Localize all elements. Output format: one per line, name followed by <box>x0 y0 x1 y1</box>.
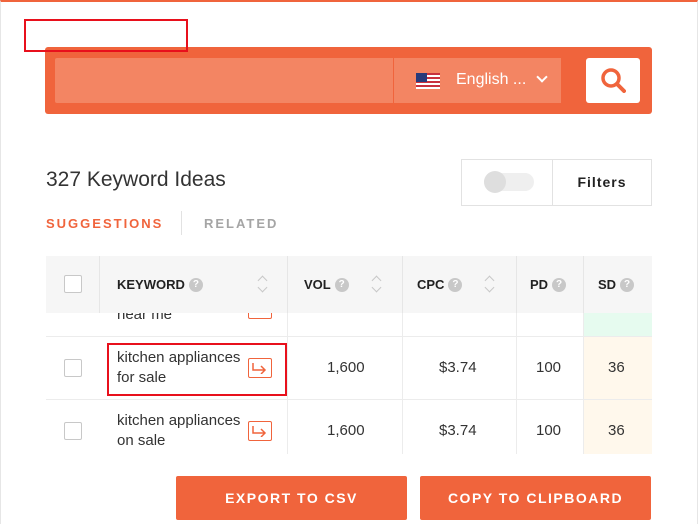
column-divider <box>402 256 403 313</box>
column-divider <box>583 400 584 454</box>
tab-divider <box>181 211 182 235</box>
language-label: English ... <box>456 71 527 88</box>
help-icon[interactable]: ? <box>188 278 203 292</box>
chevron-down-icon <box>536 71 548 83</box>
column-divider <box>516 400 517 454</box>
arrow-right-icon <box>252 426 267 437</box>
column-divider <box>402 313 403 336</box>
cpc-value: $3.74 <box>439 422 477 439</box>
highlight-outline <box>107 343 287 396</box>
help-icon[interactable]: ? <box>552 278 567 292</box>
keyword-label-line1[interactable]: kitchen appliances <box>117 411 240 431</box>
column-divider <box>516 313 517 336</box>
us-flag-icon <box>416 73 440 89</box>
tab-related[interactable]: RELATED <box>204 216 278 231</box>
sd-value: 36 <box>608 359 625 376</box>
column-divider <box>583 313 584 336</box>
column-header-cpc[interactable]: CPC? <box>417 256 463 313</box>
column-divider <box>287 256 288 313</box>
column-divider <box>583 337 584 399</box>
tab-suggestions[interactable]: SUGGESTIONS <box>46 216 163 231</box>
table-row: kitchen appliances on sale 1,600 $3.74 1… <box>46 400 652 454</box>
sort-icon[interactable] <box>257 274 267 294</box>
column-divider <box>583 256 584 313</box>
sd-cell-bg <box>583 313 652 336</box>
sort-icon[interactable] <box>484 274 494 294</box>
column-divider <box>516 337 517 399</box>
search-button[interactable] <box>586 58 640 103</box>
column-divider <box>516 256 517 313</box>
language-select[interactable]: English ... <box>393 58 561 103</box>
column-header-keyword[interactable]: KEYWORD? <box>117 256 203 313</box>
column-header-vol[interactable]: VOL? <box>304 256 349 313</box>
row-checkbox[interactable] <box>64 422 82 440</box>
search-icon <box>601 68 626 93</box>
pd-value: 100 <box>536 359 562 376</box>
help-icon[interactable]: ? <box>448 278 463 292</box>
table-row: kitchen appliances for sale 1,600 $3.74 … <box>46 337 652 400</box>
column-divider <box>402 337 403 399</box>
search-field-bg <box>55 58 437 103</box>
cpc-value: $3.74 <box>439 359 477 376</box>
row-checkbox[interactable] <box>64 359 82 377</box>
column-divider <box>287 337 288 399</box>
open-keyword-button[interactable] <box>248 421 272 441</box>
page-title: 327 Keyword Ideas <box>46 168 226 191</box>
select-all-checkbox[interactable] <box>64 275 82 293</box>
vol-value: 1,600 <box>327 359 365 376</box>
sort-icon[interactable] <box>371 274 381 294</box>
table-header: KEYWORD? VOL? CPC? PD? SD? <box>46 256 652 313</box>
export-csv-button[interactable]: EXPORT TO CSV <box>176 476 407 520</box>
column-divider <box>287 400 288 454</box>
keyword-label-line2[interactable]: on sale <box>117 431 165 451</box>
help-icon[interactable]: ? <box>334 278 349 292</box>
help-icon[interactable]: ? <box>620 278 635 292</box>
keyword-table: near me kitchen appliances for sale 1,60… <box>46 256 652 454</box>
copy-clipboard-button[interactable]: COPY TO CLIPBOARD <box>420 476 651 520</box>
filter-toggle[interactable] <box>484 171 534 193</box>
search-bar: English ... <box>45 47 652 114</box>
column-header-pd[interactable]: PD? <box>530 256 567 313</box>
pd-value: 100 <box>536 422 562 439</box>
toggle-knob <box>484 171 506 193</box>
search-input[interactable]: kitchen appliances <box>24 19 188 52</box>
filters-button[interactable]: Filters <box>553 160 651 205</box>
sd-value: 36 <box>608 422 625 439</box>
column-divider <box>402 400 403 454</box>
table-row: near me <box>46 299 652 337</box>
column-header-sd[interactable]: SD? <box>598 256 635 313</box>
column-divider <box>287 313 288 336</box>
filter-box: Filters <box>461 159 652 206</box>
vol-value: 1,600 <box>327 422 365 439</box>
column-divider <box>99 256 100 313</box>
